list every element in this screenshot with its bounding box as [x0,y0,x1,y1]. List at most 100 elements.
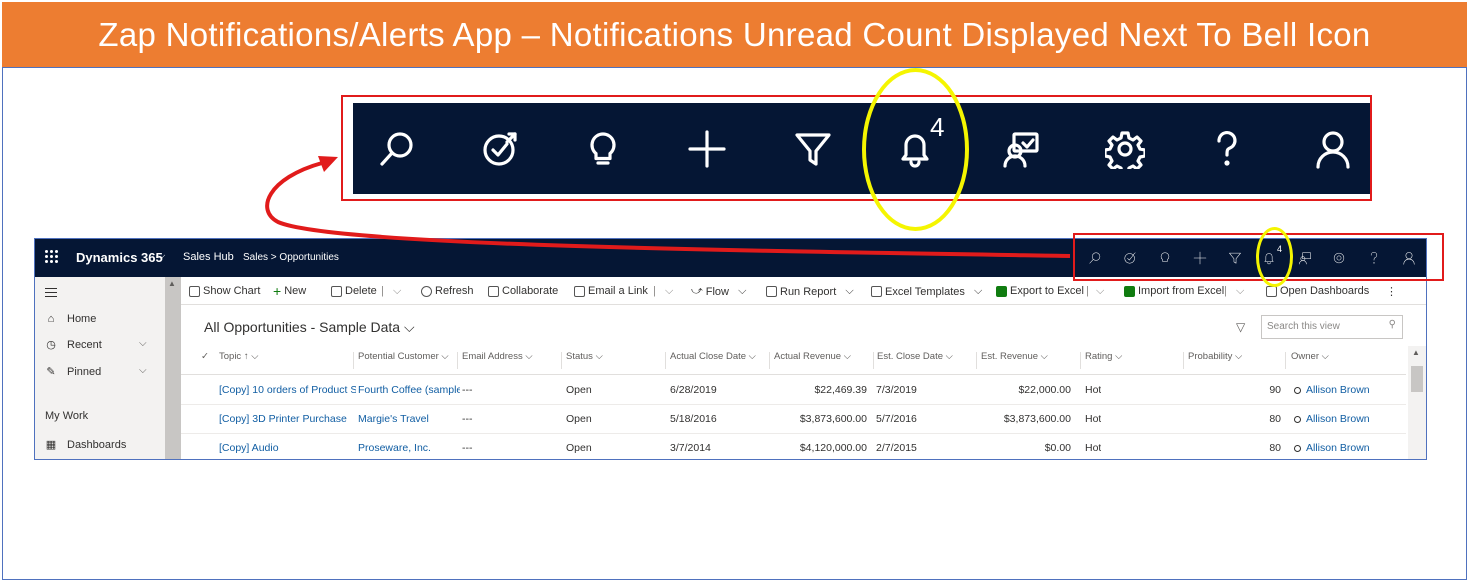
cell-rating: Hot [1085,442,1102,454]
column-header-probability[interactable]: Probability ⌵ [1188,351,1242,362]
user-presence-icon [1294,444,1301,452]
cell-est-close: 7/3/2019 [876,384,917,396]
cell-owner[interactable]: Allison Brown [1294,442,1370,454]
cell-status: Open [566,413,592,425]
pinned-expand-chevron-icon[interactable]: ⌵ [139,365,147,376]
chevron-down-icon: ⌵ [967,285,983,297]
cell-actual-revenue: $4,120,000.00 [799,442,867,454]
user-presence-icon [1294,386,1301,394]
excel-template-icon [871,286,882,297]
cell-rating: Hot [1085,384,1102,396]
run-report-button[interactable]: Run Report ⌵ [766,285,854,298]
column-header-topic[interactable]: Topic ↑ ⌵ [219,351,258,362]
excel-templates-button[interactable]: Excel Templates ⌵ [871,285,982,298]
chevron-down-icon: ⌵ [403,319,415,335]
breadcrumb[interactable]: Sales > Opportunities [243,252,339,263]
cell-actual-close: 3/7/2014 [670,442,711,454]
show-chart-button[interactable]: Show Chart [189,285,260,297]
app-hub-name[interactable]: Sales Hub [183,251,234,263]
report-icon [766,286,777,297]
cell-topic[interactable]: [Copy] 10 orders of Product SKU [219,384,356,396]
clock-icon: ◷ [46,339,56,351]
email-link-button[interactable]: Email a Link [574,285,648,297]
cell-email: --- [462,384,473,396]
refresh-button[interactable]: Refresh [421,285,474,297]
cell-email: --- [462,413,473,425]
filter-icon[interactable]: ▽ [1236,320,1245,334]
import-chevron-down-icon[interactable]: ⌵ [1236,285,1244,298]
sidebar-item-dashboards[interactable]: ▦ Dashboards [45,438,127,452]
column-header-actual-close-date[interactable]: Actual Close Date ⌵ [670,351,756,362]
hamburger-menu-icon[interactable] [45,288,57,300]
chart-icon [189,285,200,297]
cell-topic[interactable]: [Copy] 3D Printer Purchase [219,413,356,425]
grid-view: All Opportunities - Sample Data ⌵ ▽ Sear… [181,305,1426,459]
cell-est-revenue: $3,873,600.00 [1003,413,1071,425]
cell-est-revenue: $22,000.00 [1018,384,1071,396]
sidebar-item-recent[interactable]: ◷ Recent [45,338,102,352]
cell-probability: 80 [1269,413,1281,425]
cell-actual-revenue: $22,469.39 [814,384,867,396]
my-work-heading: My Work [45,410,89,422]
cell-est-close: 5/7/2016 [876,413,917,425]
cell-status: Open [566,442,592,454]
search-view-input[interactable]: Search this view ⚲ [1261,315,1403,339]
chevron-down-icon: ⌵ [839,285,854,297]
column-header-est-close-date[interactable]: Est. Close Date ⌵ [877,351,953,362]
import-excel-button[interactable]: Import from Excel [1124,285,1224,297]
command-bar: Show Chart + New Delete | ⌵ Refresh Colla… [181,277,1426,305]
sidebar-scrollbar[interactable]: ▲ [165,277,181,459]
cell-customer[interactable]: Proseware, Inc. [358,442,460,454]
cell-status: Open [566,384,592,396]
select-all-checkbox[interactable]: ✓ [201,351,209,362]
grid-scrollbar[interactable]: ▲ [1408,346,1426,459]
cell-actual-revenue: $3,873,600.00 [799,413,867,425]
home-icon: ⌂ [47,313,55,325]
cell-topic[interactable]: [Copy] Audio [219,442,356,454]
cell-customer[interactable]: Margie's Travel [358,413,460,425]
slide-title: Zap Notifications/Alerts App – Notificat… [2,2,1467,68]
sidebar-item-home[interactable]: ⌂ Home [45,313,97,325]
column-header-owner[interactable]: Owner ⌵ [1291,351,1329,362]
column-header-status[interactable]: Status ⌵ [566,351,603,362]
excel-icon [1124,285,1135,297]
brand-name[interactable]: Dynamics 365 [76,250,163,265]
export-chevron-down-icon[interactable]: ⌵ [1096,285,1104,298]
export-excel-button[interactable]: Export to Excel [996,285,1084,297]
cell-owner[interactable]: Allison Brown [1294,384,1370,396]
cell-owner[interactable]: Allison Brown [1294,413,1370,425]
delete-button[interactable]: Delete [331,285,377,297]
cell-email: --- [462,442,473,454]
column-header-est-revenue[interactable]: Est. Revenue ⌵ [981,351,1048,362]
plus-icon: + [273,282,282,299]
cell-rating: Hot [1085,413,1102,425]
search-icon[interactable]: ⚲ [1389,319,1396,330]
dashboard-icon: ▦ [45,439,57,451]
cell-probability: 90 [1269,384,1281,396]
more-commands-button[interactable]: ⋮ [1386,285,1397,298]
recent-expand-chevron-icon[interactable]: ⌵ [139,338,147,349]
flow-button[interactable]: ⤻ Flow ⌵ [691,285,746,298]
user-presence-icon [1294,415,1301,423]
trash-icon [331,285,342,297]
sidebar-item-pinned[interactable]: ✎ Pinned [45,365,101,379]
cell-probability: 80 [1269,442,1281,454]
sitemap-sidebar: ⌂ Home ◷ Recent ⌵ ✎ Pinned ⌵ My Work ▦ Dashb… [35,277,181,459]
chevron-down-icon: ⌵ [732,285,747,297]
email-chevron-down-icon[interactable]: ⌵ [665,285,673,298]
new-button[interactable]: + New [273,282,306,299]
cell-actual-close: 5/18/2016 [670,413,717,425]
chevron-down-icon[interactable]: ⌵ [157,250,165,263]
cell-est-revenue: $0.00 [1044,442,1071,454]
view-selector[interactable]: All Opportunities - Sample Data ⌵ [204,319,415,336]
cell-customer[interactable]: Fourth Coffee (sample [358,384,460,396]
column-header-potential-customer[interactable]: Potential Customer ⌵ [358,351,449,362]
delete-chevron-down-icon[interactable]: ⌵ [393,285,401,298]
column-header-actual-revenue[interactable]: Actual Revenue ⌵ [774,351,851,362]
collaborate-button[interactable]: Collaborate [488,285,558,297]
column-header-email-address[interactable]: Email Address ⌵ [462,351,533,362]
app-launcher-icon[interactable] [45,250,59,264]
column-header-rating[interactable]: Rating ⌵ [1085,351,1122,362]
open-dashboards-button[interactable]: Open Dashboards [1266,285,1369,297]
teams-icon [488,285,499,297]
